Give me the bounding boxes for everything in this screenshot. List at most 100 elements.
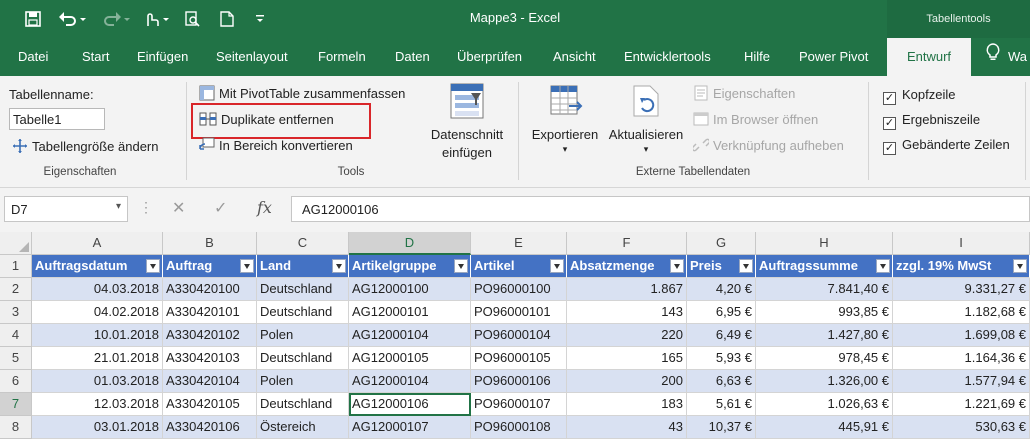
confirm-icon[interactable]: ✓ <box>214 198 227 218</box>
filter-dropdown-icon[interactable] <box>332 259 346 273</box>
table-cell[interactable]: A330420106 <box>163 416 257 439</box>
tell-me[interactable]: Wa <box>986 38 1027 76</box>
pivottable-button[interactable]: Mit PivotTable zusammenfassen <box>199 85 405 104</box>
column-header-f[interactable]: F <box>567 232 687 255</box>
table-cell[interactable]: 993,85 € <box>756 301 893 324</box>
open-in-browser-button[interactable]: Im Browser öffnen <box>693 111 818 130</box>
column-header-e[interactable]: E <box>471 232 567 255</box>
table-header-cell[interactable]: Preis <box>687 255 756 278</box>
table-cell[interactable]: AG12000101 <box>349 301 471 324</box>
table-cell[interactable]: 530,63 € <box>893 416 1030 439</box>
table-cell[interactable]: 4,20 € <box>687 278 756 301</box>
table-header-cell[interactable]: Auftragsdatum <box>32 255 163 278</box>
filter-dropdown-icon[interactable] <box>454 259 468 273</box>
table-cell[interactable]: PO96000101 <box>471 301 567 324</box>
table-cell[interactable]: A330420101 <box>163 301 257 324</box>
row-header[interactable]: 6 <box>0 370 32 393</box>
tab-daten[interactable]: Daten <box>395 38 430 76</box>
tab-ansicht[interactable]: Ansicht <box>553 38 596 76</box>
column-header-h[interactable]: H <box>756 232 893 255</box>
tab-formeln[interactable]: Formeln <box>318 38 366 76</box>
banded-rows-checkbox[interactable]: ✓ Gebänderte Zeilen <box>883 137 1010 155</box>
table-cell[interactable]: A330420103 <box>163 347 257 370</box>
table-cell[interactable]: 6,63 € <box>687 370 756 393</box>
table-cell[interactable]: 143 <box>567 301 687 324</box>
select-all-corner[interactable] <box>0 232 32 255</box>
table-cell[interactable]: 445,91 € <box>756 416 893 439</box>
table-cell[interactable]: PO96000107 <box>471 393 567 416</box>
table-cell[interactable]: AG12000107 <box>349 416 471 439</box>
properties-button[interactable]: Eigenschaften <box>693 85 795 104</box>
table-cell[interactable]: Deutschland <box>257 347 349 370</box>
table-cell[interactable]: AG12000104 <box>349 370 471 393</box>
table-cell[interactable]: 1.427,80 € <box>756 324 893 347</box>
unlink-button[interactable]: Verknüpfung aufheben <box>691 137 844 156</box>
table-cell[interactable]: AG12000100 <box>349 278 471 301</box>
insert-slicer-button[interactable]: Datenschnitt einfügen <box>427 82 507 160</box>
column-header-c[interactable]: C <box>257 232 349 255</box>
row-header[interactable]: 4 <box>0 324 32 347</box>
table-header-cell[interactable]: Artikelgruppe <box>349 255 471 278</box>
table-cell[interactable]: A330420104 <box>163 370 257 393</box>
table-cell[interactable]: 1.699,08 € <box>893 324 1030 347</box>
table-cell[interactable]: PO96000105 <box>471 347 567 370</box>
tab-power-pivot[interactable]: Power Pivot <box>799 38 868 76</box>
row-header[interactable]: 3 <box>0 301 32 324</box>
table-cell[interactable]: 5,61 € <box>687 393 756 416</box>
tab-einfuegen[interactable]: Einfügen <box>137 38 188 76</box>
table-cell[interactable]: A330420100 <box>163 278 257 301</box>
table-cell[interactable]: 200 <box>567 370 687 393</box>
column-header-g[interactable]: G <box>687 232 756 255</box>
column-header-a[interactable]: A <box>32 232 163 255</box>
row-header[interactable]: 2 <box>0 278 32 301</box>
tab-datei[interactable]: Datei <box>18 38 48 76</box>
table-cell[interactable]: 1.221,69 € <box>893 393 1030 416</box>
table-cell[interactable]: 21.01.2018 <box>32 347 163 370</box>
table-cell[interactable]: 978,45 € <box>756 347 893 370</box>
table-cell[interactable]: Polen <box>257 370 349 393</box>
table-cell[interactable]: 43 <box>567 416 687 439</box>
table-cell[interactable]: 04.02.2018 <box>32 301 163 324</box>
resize-table-button[interactable]: Tabellengröße ändern <box>12 138 158 157</box>
header-row-checkbox[interactable]: ✓ Kopfzeile <box>883 87 955 105</box>
total-row-checkbox[interactable]: ✓ Ergebniszeile <box>883 112 980 130</box>
column-header-b[interactable]: B <box>163 232 257 255</box>
table-cell[interactable]: 1.867 <box>567 278 687 301</box>
table-cell[interactable]: 5,93 € <box>687 347 756 370</box>
filter-dropdown-icon[interactable] <box>739 259 753 273</box>
table-header-cell[interactable]: Artikel <box>471 255 567 278</box>
table-cell[interactable]: 165 <box>567 347 687 370</box>
table-cell[interactable]: 1.026,63 € <box>756 393 893 416</box>
table-cell[interactable]: 6,95 € <box>687 301 756 324</box>
filter-dropdown-icon[interactable] <box>550 259 564 273</box>
table-header-cell[interactable]: zzgl. 19% MwSt <box>893 255 1030 278</box>
table-header-cell[interactable]: Land <box>257 255 349 278</box>
tab-hilfe[interactable]: Hilfe <box>744 38 770 76</box>
tab-entwicklertools[interactable]: Entwicklertools <box>624 38 711 76</box>
table-cell[interactable]: Deutschland <box>257 301 349 324</box>
table-cell[interactable]: 12.03.2018 <box>32 393 163 416</box>
table-cell[interactable]: Deutschland <box>257 278 349 301</box>
tab-start[interactable]: Start <box>82 38 109 76</box>
cancel-icon[interactable]: ✕ <box>172 198 185 218</box>
table-name-input[interactable] <box>9 108 105 130</box>
row-header[interactable]: 8 <box>0 416 32 439</box>
row-header[interactable]: 1 <box>0 255 32 278</box>
row-header[interactable]: 5 <box>0 347 32 370</box>
table-cell[interactable]: PO96000108 <box>471 416 567 439</box>
table-cell[interactable]: AG12000104 <box>349 324 471 347</box>
table-cell[interactable]: 1.326,00 € <box>756 370 893 393</box>
table-header-cell[interactable]: Auftragssumme <box>756 255 893 278</box>
table-header-cell[interactable]: Absatzmenge <box>567 255 687 278</box>
table-cell[interactable]: 1.164,36 € <box>893 347 1030 370</box>
active-cell[interactable]: AG12000106 <box>349 393 471 416</box>
tab-entwurf[interactable]: Entwurf <box>887 38 971 76</box>
table-cell[interactable]: 1.577,94 € <box>893 370 1030 393</box>
filter-dropdown-icon[interactable] <box>876 259 890 273</box>
convert-to-range-button[interactable]: In Bereich konvertieren <box>199 137 353 156</box>
tab-seitenlayout[interactable]: Seitenlayout <box>216 38 288 76</box>
table-cell[interactable]: Polen <box>257 324 349 347</box>
column-header-i[interactable]: I <box>893 232 1030 255</box>
table-cell[interactable]: 6,49 € <box>687 324 756 347</box>
filter-dropdown-icon[interactable] <box>240 259 254 273</box>
